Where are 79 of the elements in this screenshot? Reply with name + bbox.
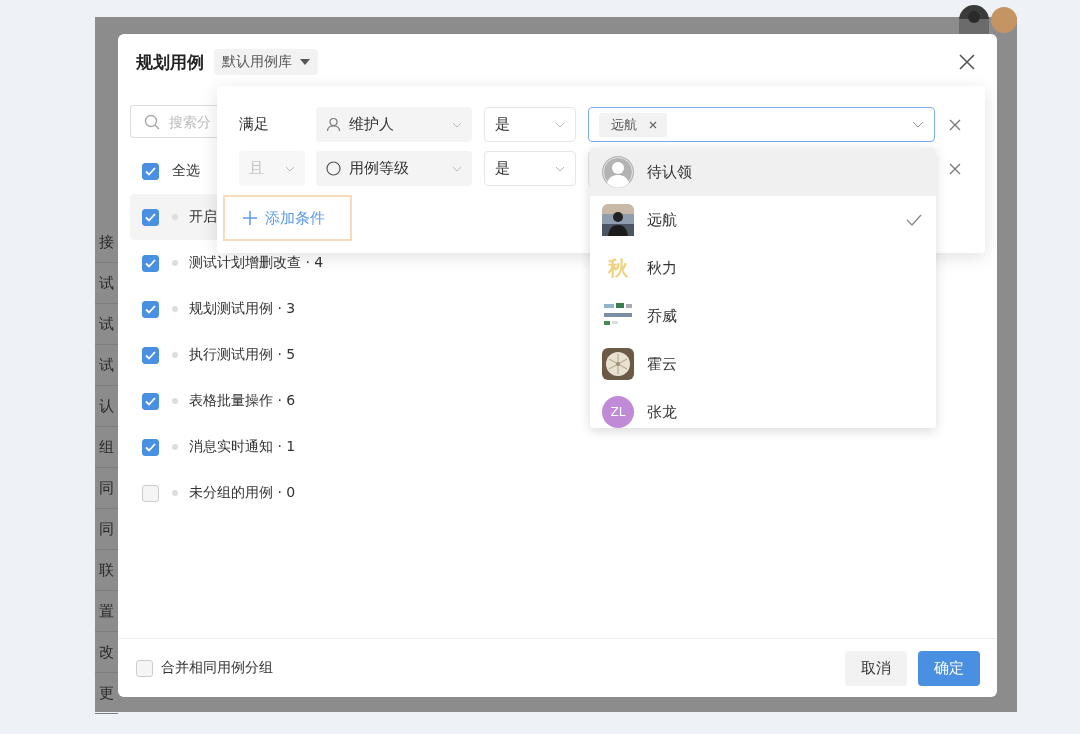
field-select[interactable]: 用例等级 xyxy=(316,151,472,186)
user-name: 张龙 xyxy=(647,402,677,422)
chevron-icon xyxy=(555,121,565,128)
chevron-icon xyxy=(285,165,295,172)
group-item[interactable]: 表格批量操作 · 6 xyxy=(130,378,304,424)
dot-icon xyxy=(172,260,178,266)
condition-label: 满足 xyxy=(239,115,270,134)
check-icon xyxy=(145,258,156,268)
operator-select[interactable]: 是 xyxy=(484,107,576,142)
chevron-icon xyxy=(912,121,924,128)
checkbox[interactable] xyxy=(142,392,159,410)
user-name: 远航 xyxy=(647,210,677,230)
check-icon xyxy=(145,442,156,452)
value-tag: 远航 xyxy=(599,112,667,137)
plus-icon xyxy=(242,210,258,226)
group-label: 表格批量操作 · 6 xyxy=(189,392,296,410)
circle-icon xyxy=(326,161,341,176)
user-name: 霍云 xyxy=(647,354,677,374)
group-item[interactable]: 规划测试用例 · 3 xyxy=(130,286,304,332)
dot-icon xyxy=(172,398,178,404)
operator-select[interactable]: 是 xyxy=(484,151,576,186)
dot-icon xyxy=(172,352,178,358)
checkbox[interactable] xyxy=(142,438,159,456)
checkbox[interactable] xyxy=(142,208,159,226)
group-label: 消息实时通知 · 1 xyxy=(189,438,296,456)
checkbox[interactable] xyxy=(142,300,159,318)
caret-icon xyxy=(300,59,310,65)
check-icon xyxy=(145,304,156,314)
user-option[interactable]: ZL 张龙 xyxy=(590,388,936,428)
group-label: 开启 xyxy=(189,208,217,226)
group-label: 规划测试用例 · 3 xyxy=(189,300,296,318)
checkbox-label: 全选 xyxy=(172,162,200,180)
remove-icon[interactable] xyxy=(949,118,961,131)
check-icon xyxy=(145,396,156,406)
default-avatar-icon xyxy=(602,156,634,188)
user-option[interactable]: 霍云 xyxy=(590,340,936,388)
user-option[interactable]: 秋 秋力 xyxy=(590,244,936,292)
checkbox[interactable] xyxy=(136,659,153,677)
group-item[interactable]: 测试计划增删改查 · 4 xyxy=(130,240,332,286)
remove-icon[interactable] xyxy=(949,162,961,175)
search-icon xyxy=(144,114,160,130)
dot-icon xyxy=(172,490,178,496)
check-icon xyxy=(145,166,156,176)
check-icon xyxy=(145,212,156,222)
group-label: 执行测试用例 · 5 xyxy=(189,346,296,364)
user-option[interactable]: 远航 xyxy=(590,196,936,244)
field-select[interactable]: 维护人 xyxy=(316,107,472,142)
checkbox-label: 合并相同用例分组 xyxy=(161,659,273,677)
check-icon xyxy=(145,350,156,360)
dot-icon xyxy=(172,306,178,312)
group-label: 未分组的用例 · 0 xyxy=(189,484,296,502)
dialog-title: 规划用例 xyxy=(136,50,204,74)
chevron-icon xyxy=(555,165,565,172)
group-label: 测试计划增删改查 · 4 xyxy=(189,254,324,272)
search-field[interactable]: 搜索分 xyxy=(130,105,217,138)
avatar-icon xyxy=(991,7,1017,33)
user-name: 乔威 xyxy=(647,306,677,326)
close-icon[interactable] xyxy=(649,120,657,129)
checkbox[interactable] xyxy=(142,346,159,364)
checkbox[interactable] xyxy=(142,484,159,502)
checkbox[interactable] xyxy=(142,162,159,180)
value-select[interactable]: 远航 xyxy=(588,107,935,142)
avatar: ZL xyxy=(602,396,634,428)
user-name: 秋力 xyxy=(647,258,677,278)
chevron-icon xyxy=(452,165,462,172)
user-option[interactable]: 乔威 xyxy=(590,292,936,340)
library-dropdown[interactable]: 默认用例库 xyxy=(214,49,318,75)
close-icon[interactable] xyxy=(959,54,975,70)
user-name: 待认领 xyxy=(647,162,692,182)
chevron-icon xyxy=(452,121,462,128)
group-item[interactable]: 消息实时通知 · 1 xyxy=(130,424,304,470)
user-option[interactable]: 待认领 xyxy=(590,148,936,196)
person-icon xyxy=(326,117,341,132)
avatar-text: 秋 xyxy=(606,254,629,282)
group-item[interactable]: 执行测试用例 · 5 xyxy=(130,332,304,378)
group-item[interactable]: 未分组的用例 · 0 xyxy=(130,470,304,516)
cancel-button[interactable]: 取消 xyxy=(845,650,907,686)
checkbox[interactable] xyxy=(142,254,159,272)
dot-icon xyxy=(172,444,178,450)
